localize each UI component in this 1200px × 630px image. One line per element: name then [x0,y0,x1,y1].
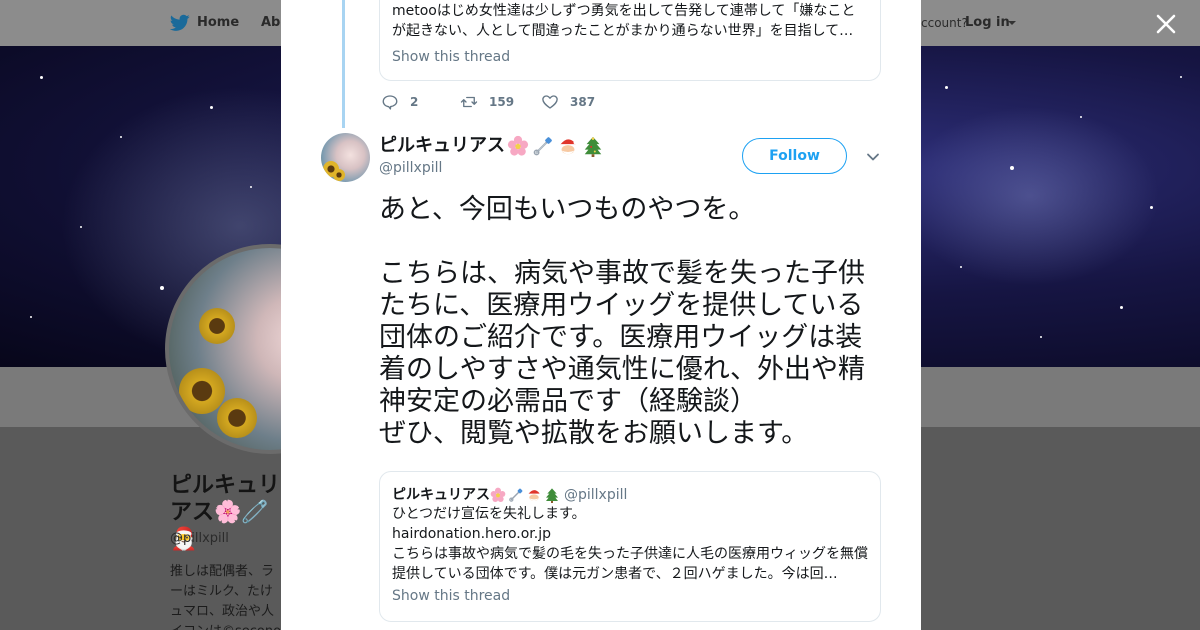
follow-button[interactable]: Follow [742,138,847,174]
tweet-text: あと、今回もいつものやつを。 こちらは、病気や事故で髪を失った子供たちに、医療用… [379,194,865,449]
safety-pin-icon [509,488,523,502]
chevron-down-icon[interactable] [866,150,880,164]
quoted-tweet-body: こちらは事故や病気で髪の毛を失った子供達に人毛の医療用ウィッグを無償提供している… [392,546,868,582]
close-icon[interactable] [1154,12,1178,36]
quoted-author-name: ピルキュリアス [392,487,490,503]
cherry-blossom-icon [507,135,529,156]
quoted-tweet-card-previous[interactable]: metooはじめ女性達は少しずつ勇気を出して告発して連帯して「嫌なことが起きない… [379,0,881,81]
tweet-author-name[interactable]: ピルキュリアス [379,133,607,159]
thread-connector-line [342,0,345,128]
profile-bio: 推しは配偶者、ラーはミルク、たけュマロ、政治や人イコンは©secono [170,564,281,630]
quoted-tweet-link[interactable]: hairdonation.hero.or.jp [392,524,868,544]
santa-icon [559,139,578,155]
santa-icon [528,489,540,501]
quoted-tweet-card[interactable]: ピルキュリアス @pillxpill ひとつだけ宣伝を失礼します。 hairdo… [379,471,881,622]
christmas-tree-icon [546,487,558,503]
login-link[interactable]: Log in [965,15,1010,30]
tweet-author-handle[interactable]: @pillxpill [379,160,442,176]
have-account-text: ccount? [921,16,968,30]
christmas-tree-icon [584,136,602,157]
profile-handle: @pillxpill [170,531,229,546]
cherry-blossom-icon [490,487,506,502]
quoted-author-handle: @pillxpill [564,487,628,503]
tweet-author-avatar[interactable] [321,133,370,182]
safety-pin-icon [533,137,552,156]
like-action[interactable]: 387 [541,93,595,111]
reply-count: 2 [410,95,419,109]
reply-action[interactable]: 2 [381,93,418,111]
reply-icon [382,95,398,110]
retweet-count: 159 [489,95,515,109]
twitter-bird-icon[interactable] [170,14,190,32]
nav-home-link[interactable]: Home [197,15,239,30]
show-this-thread-link[interactable]: Show this thread [392,49,868,65]
like-count: 387 [570,95,596,109]
retweet-action[interactable]: 159 [460,93,514,111]
heart-icon [542,95,558,109]
login-caret-icon[interactable] [1008,21,1016,25]
show-this-thread-link[interactable]: Show this thread [392,588,868,604]
tweet-modal: metooはじめ女性達は少しずつ勇気を出して告発して連帯して「嫌なことが起きない… [281,0,921,630]
quoted-tweet-line-1: ひとつだけ宣伝を失礼します。 [392,506,586,522]
quoted-tweet-text: metooはじめ女性達は少しずつ勇気を出して告発して連帯して「嫌なことが起きない… [392,3,856,39]
retweet-icon [460,96,478,108]
